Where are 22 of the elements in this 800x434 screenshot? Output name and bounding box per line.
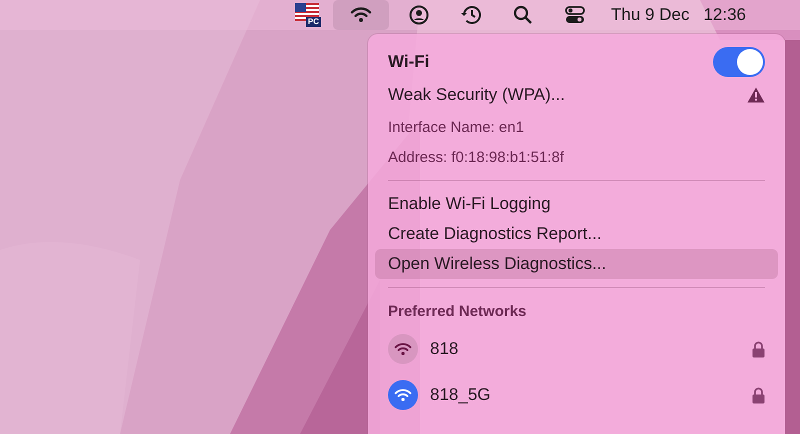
wifi-icon — [350, 6, 372, 24]
menu-bar-date[interactable]: Thu 9 Dec — [611, 5, 690, 25]
interface-detail: Address: f0:18:98:b1:51:8f — [388, 148, 564, 166]
toggles-icon — [565, 5, 586, 25]
search-icon — [513, 5, 534, 25]
network-name[interactable]: 818 — [430, 339, 458, 359]
menu-title: Wi-Fi — [388, 52, 430, 72]
wifi-menu-button[interactable] — [333, 0, 390, 30]
warning-icon — [747, 87, 765, 103]
clock-icon — [460, 5, 482, 25]
menu-item[interactable]: Enable Wi-Fi Logging — [375, 189, 778, 219]
wifi-icon — [394, 388, 412, 402]
menu-item[interactable]: Open Wireless Diagnostics... — [375, 249, 778, 279]
menu-item[interactable]: Create Diagnostics Report... — [375, 219, 778, 249]
user-icon — [409, 5, 430, 25]
wifi-toggle[interactable] — [713, 47, 765, 77]
interface-detail: Interface Name: en1 — [388, 118, 524, 136]
network-name[interactable]: 818_5G — [430, 385, 490, 405]
security-warning[interactable]: Weak Security (WPA)... — [388, 85, 565, 105]
section-heading: Preferred Networks — [388, 302, 526, 320]
input-source-badge: PC — [306, 17, 322, 27]
wifi-icon — [394, 342, 412, 356]
